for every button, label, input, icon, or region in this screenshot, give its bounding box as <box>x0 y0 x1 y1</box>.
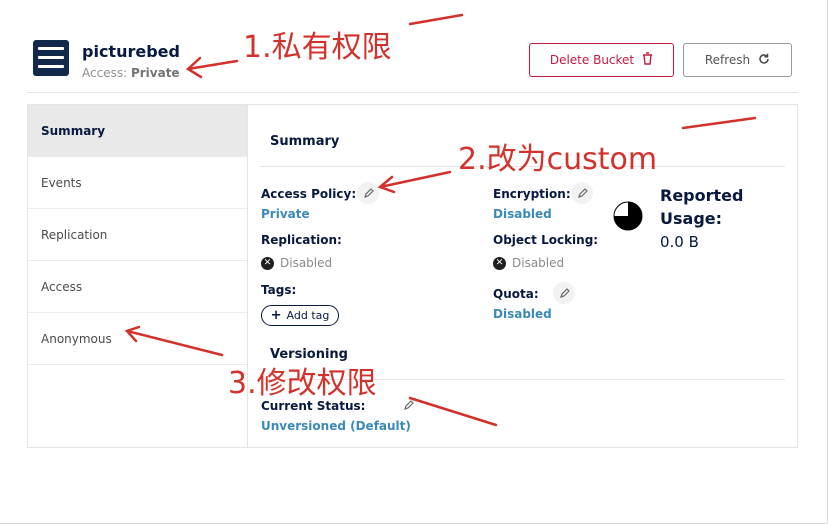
annotation-overlay <box>124 13 757 427</box>
annotation-note-3: 3.修改权限 <box>228 366 377 401</box>
annotation-note-2: 2.改为custom <box>458 142 658 177</box>
annotation-stroke-3 <box>408 396 498 427</box>
annotation-stroke-1 <box>408 13 464 26</box>
annotation-arrow-3 <box>125 329 224 357</box>
app-frame: picturebed Access: Private Delete Bucket… <box>0 0 828 524</box>
annotation-stroke-2 <box>681 116 757 130</box>
annotation-note-1: 1.私有权限 <box>243 30 392 65</box>
